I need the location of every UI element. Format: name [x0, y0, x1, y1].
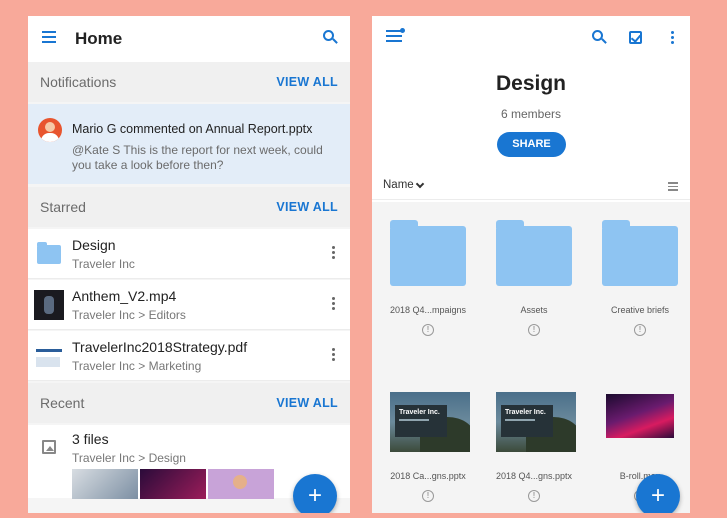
- starred-item-pdf[interactable]: TravelerInc2018Strategy.pdf Traveler Inc…: [28, 331, 350, 381]
- presentation-thumbnail: Traveler Inc.: [496, 392, 576, 452]
- more-options-icon[interactable]: [332, 348, 336, 364]
- notifications-header: Notifications VIEW ALL: [28, 62, 350, 102]
- folder-tile[interactable]: 2018 Q4...mpaigns !: [378, 202, 478, 352]
- folder-tile[interactable]: Assets !: [484, 202, 584, 352]
- sort-bar: Name: [372, 174, 690, 200]
- notifications-view-all-button[interactable]: VIEW ALL: [276, 75, 338, 89]
- tile-name: 2018 Ca...gns.pptx: [390, 471, 466, 481]
- notification-item[interactable]: Mario G commented on Annual Report.pptx …: [28, 104, 350, 184]
- folder-title: Design: [495, 72, 566, 95]
- video-thumbnail: [606, 394, 674, 438]
- add-button[interactable]: +: [636, 474, 680, 513]
- member-count: 6 members: [500, 107, 562, 121]
- folder-icon: [602, 220, 678, 286]
- recent-header: Recent VIEW ALL: [28, 383, 350, 423]
- folder-icon: [390, 220, 466, 286]
- item-path: Traveler Inc > Editors: [72, 308, 186, 322]
- tile-name: 2018 Q4...mpaigns: [389, 305, 467, 315]
- folder-icon: [496, 220, 572, 286]
- share-button[interactable]: SHARE: [497, 132, 566, 157]
- menu-icon[interactable]: [42, 31, 56, 43]
- more-options-icon[interactable]: [671, 31, 675, 45]
- more-options-icon[interactable]: [332, 297, 336, 313]
- starred-item-video[interactable]: Anthem_V2.mp4 Traveler Inc > Editors: [28, 280, 350, 330]
- notification-title: Mario G commented on Annual Report.pptx: [72, 122, 313, 136]
- tile-name: Assets: [520, 305, 548, 315]
- file-tile[interactable]: Traveler Inc. 2018 Q4...gns.pptx !: [484, 382, 584, 512]
- section-label: Notifications: [40, 74, 117, 90]
- page-title: Home: [75, 29, 123, 48]
- recent-thumbnail[interactable]: [72, 469, 138, 499]
- item-name: 3 files: [72, 431, 109, 447]
- info-icon[interactable]: !: [634, 324, 646, 336]
- recent-thumbnail[interactable]: [208, 469, 274, 499]
- starred-item-design[interactable]: Design Traveler Inc: [28, 229, 350, 279]
- item-name: TravelerInc2018Strategy.pdf: [72, 339, 248, 355]
- info-icon[interactable]: !: [422, 490, 434, 502]
- item-name: Anthem_V2.mp4: [72, 288, 177, 304]
- video-thumbnail: [34, 290, 64, 320]
- info-icon[interactable]: !: [528, 324, 540, 336]
- more-options-icon[interactable]: [332, 246, 336, 262]
- image-icon: [42, 440, 56, 454]
- home-screen: Home Notifications VIEW ALL Mario G comm…: [28, 16, 350, 513]
- top-app-bar: Home: [28, 16, 350, 62]
- item-path: Traveler Inc: [72, 257, 135, 271]
- starred-header: Starred VIEW ALL: [28, 187, 350, 227]
- section-label: Recent: [40, 395, 85, 411]
- menu-icon[interactable]: [386, 28, 405, 44]
- info-icon[interactable]: !: [422, 324, 434, 336]
- presentation-thumbnail: Traveler Inc.: [390, 392, 470, 452]
- shared-folder-icon: [37, 242, 61, 264]
- starred-view-all-button[interactable]: VIEW ALL: [276, 200, 338, 214]
- file-tile[interactable]: Traveler Inc. 2018 Ca...gns.pptx !: [378, 382, 478, 512]
- recent-thumbnail[interactable]: [140, 469, 206, 499]
- search-icon[interactable]: [592, 30, 608, 46]
- tile-name: 2018 Q4...gns.pptx: [495, 471, 573, 481]
- file-grid: 2018 Q4...mpaigns ! Assets ! Creative br…: [372, 202, 690, 513]
- section-label: Starred: [40, 199, 86, 215]
- recent-view-all-button[interactable]: VIEW ALL: [276, 396, 338, 410]
- folder-tile[interactable]: Creative briefs !: [590, 202, 690, 352]
- avatar: [38, 118, 62, 142]
- folder-screen: Design 6 members SHARE Name 2018 Q4...mp…: [372, 16, 690, 513]
- chevron-down-icon[interactable]: [415, 179, 425, 189]
- slide-title: Traveler Inc.: [399, 409, 440, 416]
- search-icon[interactable]: [323, 30, 339, 46]
- item-path: Traveler Inc > Design: [72, 451, 186, 465]
- add-button[interactable]: +: [293, 474, 337, 513]
- sort-dropdown[interactable]: Name: [383, 179, 414, 191]
- info-icon[interactable]: !: [528, 490, 540, 502]
- tile-name: Creative briefs: [610, 305, 670, 315]
- slide-title: Traveler Inc.: [505, 409, 546, 416]
- select-icon[interactable]: [629, 31, 642, 44]
- pdf-thumbnail: [34, 341, 64, 371]
- list-view-icon[interactable]: [668, 182, 678, 191]
- tile-name: B-roll.mov: [619, 471, 661, 481]
- notification-body: @Kate S This is the report for next week…: [72, 143, 323, 172]
- item-name: Design: [72, 237, 116, 253]
- item-path: Traveler Inc > Marketing: [72, 359, 202, 373]
